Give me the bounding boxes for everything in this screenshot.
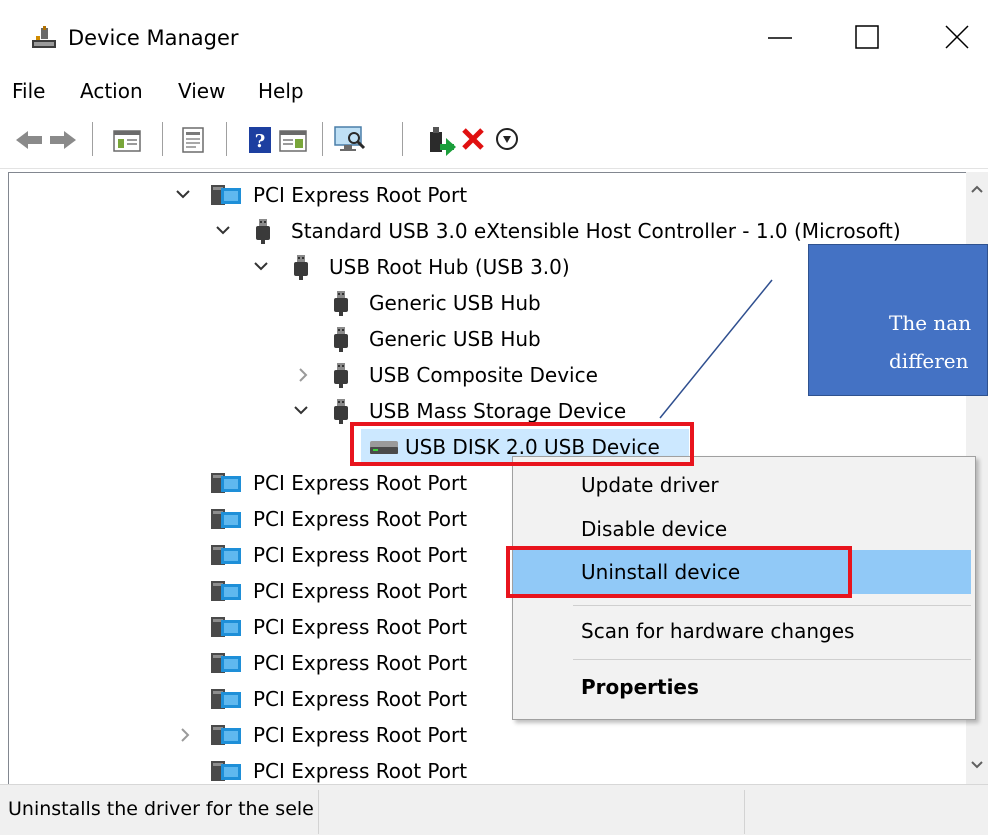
annotation-callout: The nan differen (808, 244, 988, 396)
menu-view[interactable]: View (178, 78, 225, 104)
menu-file[interactable]: File (12, 78, 45, 104)
maximize-button[interactable] (824, 0, 912, 66)
minimize-button[interactable] (736, 0, 824, 66)
menu-help[interactable]: Help (258, 78, 304, 104)
menu-item-label: Update driver (581, 473, 719, 497)
scroll-up-icon[interactable] (968, 180, 986, 202)
pci-port-icon (209, 542, 243, 572)
menu-item-label: Scan for hardware changes (581, 619, 855, 643)
scroll-down-icon[interactable] (968, 756, 986, 778)
toolbar-separator (322, 122, 323, 156)
tree-item-label: Generic USB Hub (369, 327, 541, 351)
tree-item-label: PCI Express Root Port (253, 615, 468, 639)
chevron-right-icon[interactable] (175, 717, 195, 753)
annotation-highlight-box (350, 422, 694, 466)
enable-device-icon[interactable] (494, 126, 520, 156)
tree-item-label: USB Root Hub (USB 3.0) (329, 255, 570, 279)
tree-item-label: PCI Express Root Port (253, 183, 468, 207)
tree-item[interactable]: PCI Express Root Port (9, 177, 949, 213)
scan-hardware-menu-item[interactable]: Scan for hardware changes (513, 609, 975, 653)
disable-device-menu-item[interactable]: Disable device (513, 507, 975, 551)
callout-text-line: The nan (889, 311, 972, 335)
annotation-highlight-box (506, 546, 852, 598)
menu-action[interactable]: Action (80, 78, 143, 104)
forward-arrow-icon[interactable] (48, 128, 78, 156)
tree-item-label: PCI Express Root Port (253, 471, 468, 495)
chevron-down-icon[interactable] (251, 249, 271, 285)
help-icon[interactable]: ? (248, 126, 272, 158)
pci-port-icon (209, 470, 243, 500)
usb-plug-icon (253, 218, 273, 248)
properties-icon[interactable] (180, 126, 206, 158)
usb-plug-icon (291, 254, 311, 284)
menu-item-label: Disable device (581, 517, 728, 541)
status-separator (318, 790, 319, 834)
window-title: Device Manager (68, 26, 239, 50)
tree-item-label: PCI Express Root Port (253, 723, 468, 747)
title-bar: Device Manager (0, 0, 988, 66)
toolbar-separator (402, 122, 403, 156)
pci-port-icon (209, 578, 243, 608)
tree-item-label: PCI Express Root Port (253, 507, 468, 531)
update-driver-menu-item[interactable]: Update driver (513, 463, 975, 507)
close-button[interactable] (912, 0, 988, 66)
chevron-right-icon[interactable] (293, 357, 313, 393)
menu-item-label: Properties (581, 675, 699, 699)
status-separator (744, 790, 745, 834)
tree-item-label: PCI Express Root Port (253, 651, 468, 675)
tree-item-label: PCI Express Root Port (253, 543, 468, 567)
device-manager-icon (30, 26, 58, 54)
pci-port-icon (209, 722, 243, 752)
toolbar-separator (92, 122, 93, 156)
tree-item-label: PCI Express Root Port (253, 687, 468, 711)
chevron-down-icon[interactable] (173, 177, 193, 213)
pci-port-icon (209, 506, 243, 536)
pci-port-icon (209, 182, 243, 212)
status-text: Uninstalls the driver for the sele (8, 798, 314, 820)
tree-item-label: USB Composite Device (369, 363, 598, 387)
action-pane-icon[interactable] (278, 128, 308, 158)
chevron-down-icon[interactable] (213, 213, 233, 249)
toolbar-separator (162, 122, 163, 156)
pci-port-icon (209, 650, 243, 680)
svg-text:?: ? (255, 131, 266, 152)
scan-hardware-icon[interactable] (332, 124, 368, 160)
usb-plug-icon (331, 290, 351, 320)
uninstall-device-icon[interactable] (460, 126, 486, 156)
menu-separator (573, 605, 971, 606)
tree-item-label: PCI Express Root Port (253, 579, 468, 603)
status-bar: Uninstalls the driver for the sele (0, 784, 988, 835)
update-driver-icon[interactable] (426, 124, 458, 160)
tree-item-label: Generic USB Hub (369, 291, 541, 315)
pci-port-icon (209, 614, 243, 644)
chevron-down-icon[interactable] (291, 393, 311, 429)
menu-separator (573, 659, 971, 660)
callout-text-line: differen (889, 349, 969, 373)
properties-menu-item[interactable]: Properties (513, 665, 975, 709)
usb-plug-icon (331, 362, 351, 392)
back-arrow-icon[interactable] (14, 128, 44, 156)
show-hide-console-tree-icon[interactable] (112, 128, 142, 158)
pci-port-icon (209, 686, 243, 716)
menu-bar: File Action View Help (0, 66, 988, 110)
usb-plug-icon (331, 326, 351, 356)
toolbar-separator (226, 122, 227, 156)
tree-item[interactable]: PCI Express Root Port (9, 717, 949, 753)
usb-plug-icon (331, 398, 351, 428)
